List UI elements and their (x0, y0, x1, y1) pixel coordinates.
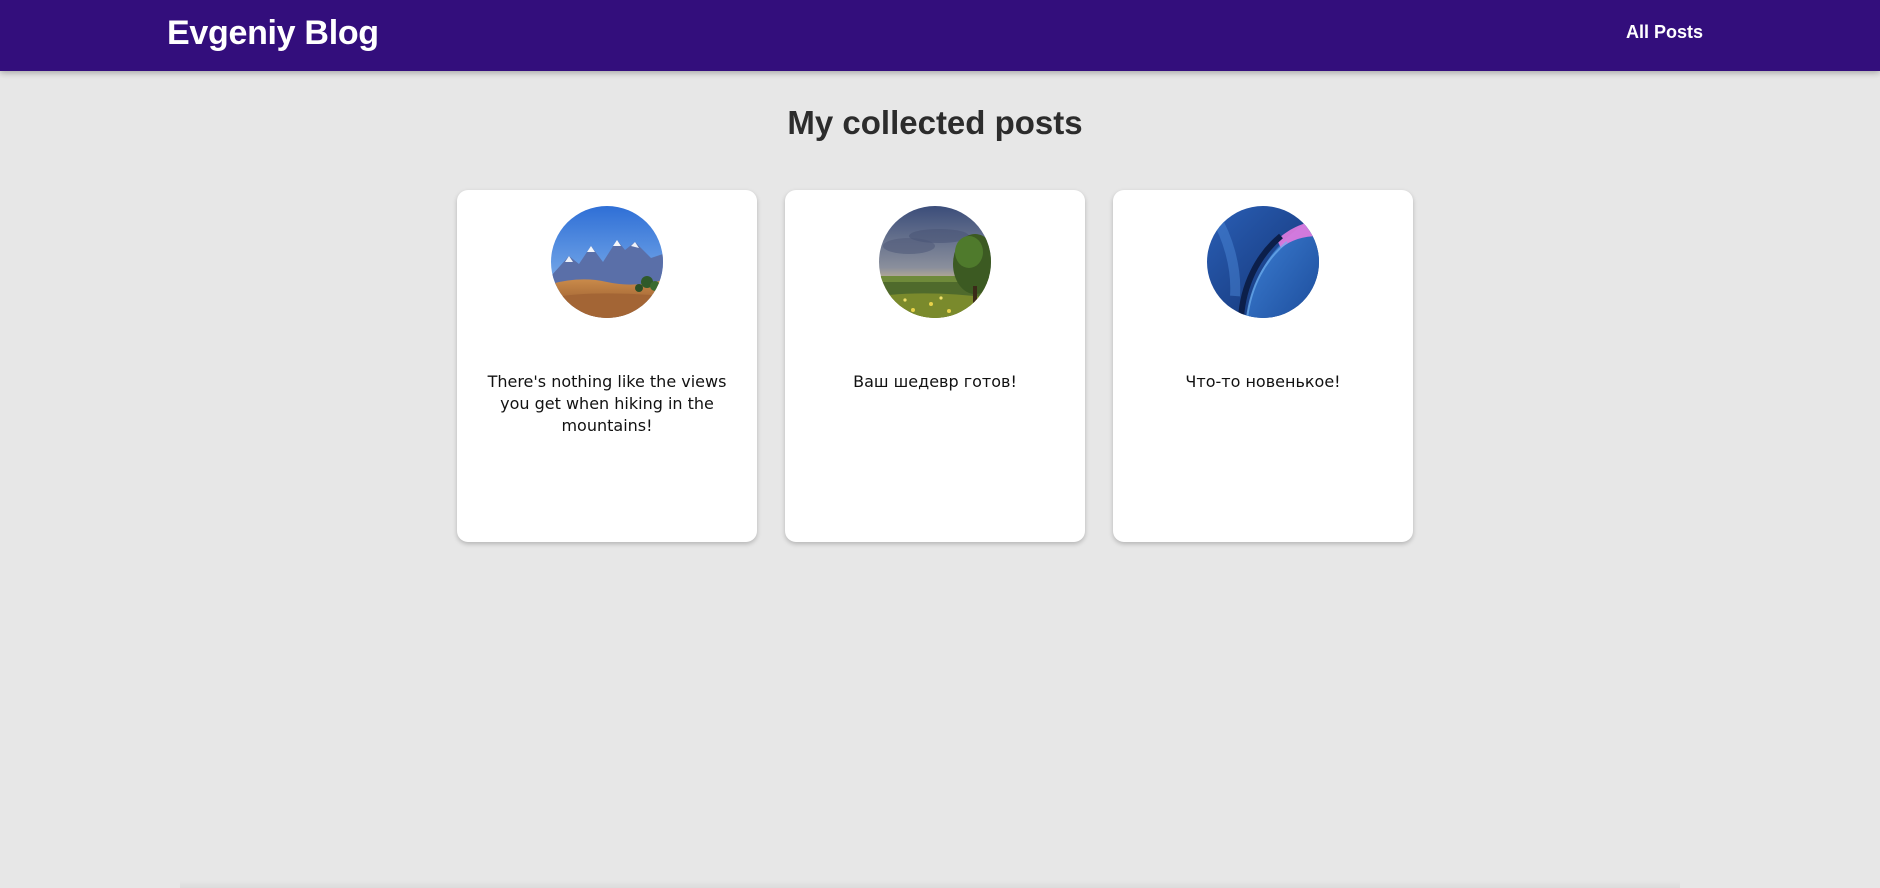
page-bottom-shadow (180, 880, 1680, 888)
post-card[interactable]: Ваш шедевр готов! (785, 190, 1085, 542)
nav-all-posts-link[interactable]: All Posts (1620, 21, 1703, 43)
post-thumbnail-image (551, 206, 663, 318)
post-card[interactable]: There's nothing like the views you get w… (457, 190, 757, 542)
post-caption: Ваш шедевр готов! (853, 372, 1017, 391)
top-navbar: Evgeniy Blog All Posts (0, 0, 1880, 71)
post-caption: There's nothing like the views you get w… (487, 372, 727, 435)
post-card[interactable]: Что-то новенькое! (1113, 190, 1413, 542)
brand-logo-link[interactable]: Evgeniy Blog (167, 13, 379, 53)
page-title: My collected posts (787, 104, 1083, 141)
post-thumbnail-image (1207, 206, 1319, 318)
post-thumbnail-image (879, 206, 991, 318)
post-caption: Что-то новенькое! (1185, 372, 1341, 391)
